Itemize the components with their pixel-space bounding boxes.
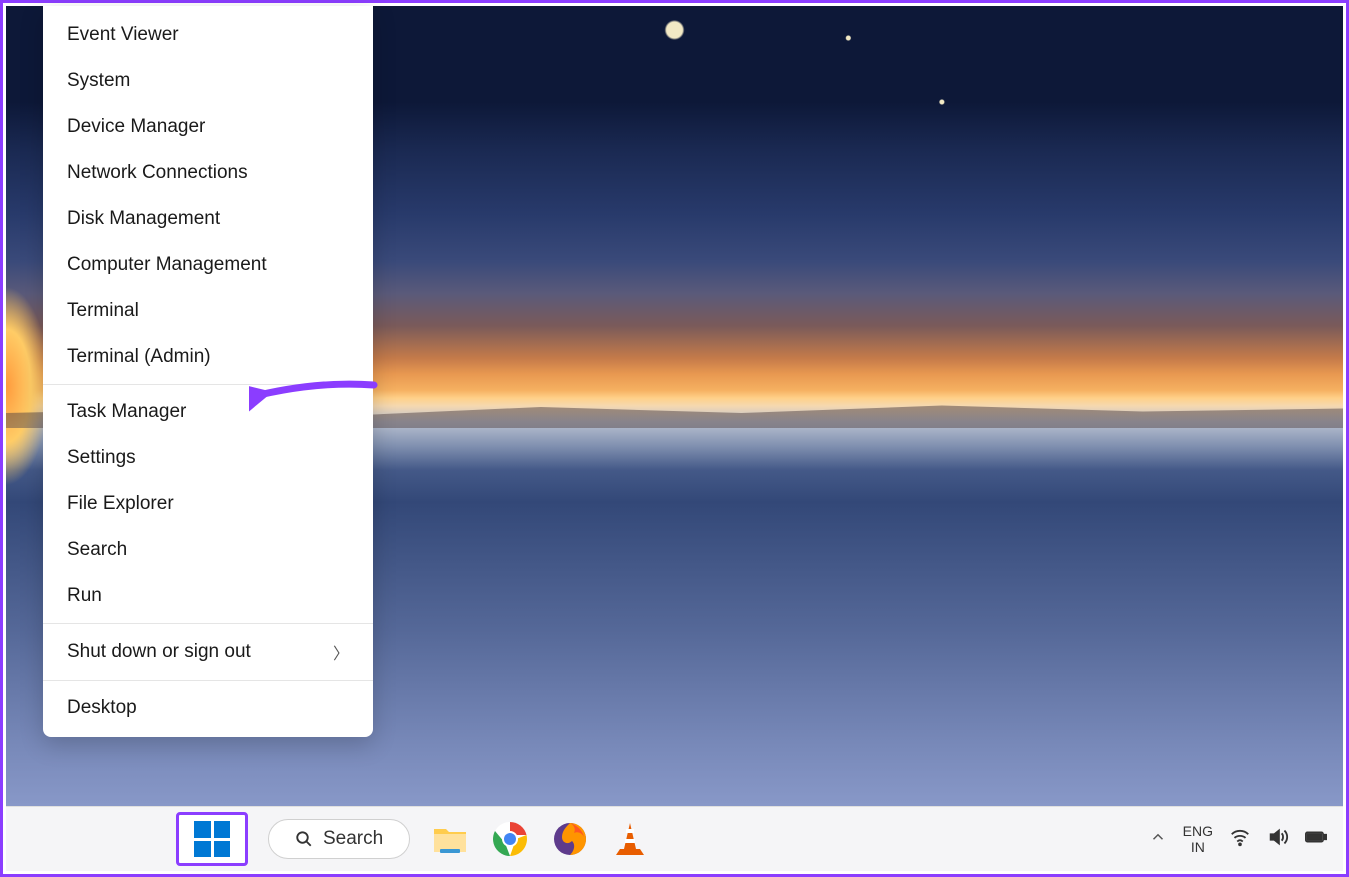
language-indicator[interactable]: ENG IN xyxy=(1183,823,1213,855)
menu-item-event-viewer[interactable]: Event Viewer xyxy=(43,12,373,58)
menu-item-shut-down[interactable]: Shut down or sign out 〉 xyxy=(43,628,373,676)
folder-icon xyxy=(432,823,468,855)
menu-item-settings[interactable]: Settings xyxy=(43,435,373,481)
menu-item-label: Computer Management xyxy=(67,254,267,276)
taskbar-app-vlc[interactable] xyxy=(610,819,650,859)
menu-item-label: File Explorer xyxy=(67,493,174,515)
tray-battery[interactable] xyxy=(1305,826,1327,853)
taskbar-app-file-explorer[interactable] xyxy=(430,819,470,859)
menu-item-label: Search xyxy=(67,539,127,561)
menu-item-file-explorer[interactable]: File Explorer xyxy=(43,481,373,527)
menu-separator xyxy=(43,384,373,385)
menu-item-disk-management[interactable]: Disk Management xyxy=(43,196,373,242)
menu-item-task-manager[interactable]: Task Manager xyxy=(43,389,373,435)
menu-item-label: Shut down or sign out xyxy=(67,641,251,663)
menu-item-terminal-admin[interactable]: Terminal (Admin) xyxy=(43,334,373,380)
start-button[interactable] xyxy=(176,812,248,866)
search-icon xyxy=(295,830,313,848)
wifi-icon xyxy=(1229,826,1251,848)
battery-icon xyxy=(1305,826,1327,848)
chrome-icon xyxy=(492,821,528,857)
menu-item-label: Terminal xyxy=(67,300,139,322)
windows-logo-icon xyxy=(194,821,230,857)
menu-separator xyxy=(43,680,373,681)
chevron-up-icon xyxy=(1149,828,1167,846)
menu-item-run[interactable]: Run xyxy=(43,573,373,619)
menu-item-device-manager[interactable]: Device Manager xyxy=(43,104,373,150)
speaker-icon xyxy=(1267,826,1289,848)
search-label: Search xyxy=(323,828,383,850)
tray-overflow-button[interactable] xyxy=(1149,828,1167,851)
menu-item-label: Event Viewer xyxy=(67,24,179,46)
menu-item-computer-management[interactable]: Computer Management xyxy=(43,242,373,288)
taskbar-app-chrome[interactable] xyxy=(490,819,530,859)
menu-item-label: Device Manager xyxy=(67,116,205,138)
menu-item-label: Network Connections xyxy=(67,162,248,184)
menu-item-label: Run xyxy=(67,585,102,607)
taskbar: Search ENG IN xyxy=(6,806,1343,871)
menu-item-terminal[interactable]: Terminal xyxy=(43,288,373,334)
menu-item-network-connections[interactable]: Network Connections xyxy=(43,150,373,196)
menu-item-label: Settings xyxy=(67,447,136,469)
tray-volume[interactable] xyxy=(1267,826,1289,853)
menu-item-label: Terminal (Admin) xyxy=(67,346,211,368)
tray-wifi[interactable] xyxy=(1229,826,1251,853)
menu-item-label: Disk Management xyxy=(67,208,220,230)
chevron-right-icon: 〉 xyxy=(333,640,349,664)
menu-item-label: Task Manager xyxy=(67,401,186,423)
menu-item-desktop[interactable]: Desktop xyxy=(43,685,373,731)
vlc-cone-icon xyxy=(614,821,646,857)
menu-item-search[interactable]: Search xyxy=(43,527,373,573)
firefox-icon xyxy=(552,821,588,857)
menu-item-system[interactable]: System xyxy=(43,58,373,104)
taskbar-app-firefox[interactable] xyxy=(550,819,590,859)
taskbar-search[interactable]: Search xyxy=(268,819,410,859)
menu-separator xyxy=(43,623,373,624)
menu-item-label: Desktop xyxy=(67,697,137,719)
lang-line1: ENG xyxy=(1183,823,1213,839)
winx-context-menu: Event Viewer System Device Manager Netwo… xyxy=(43,6,373,737)
lang-line2: IN xyxy=(1183,839,1213,855)
menu-item-label: System xyxy=(67,70,130,92)
